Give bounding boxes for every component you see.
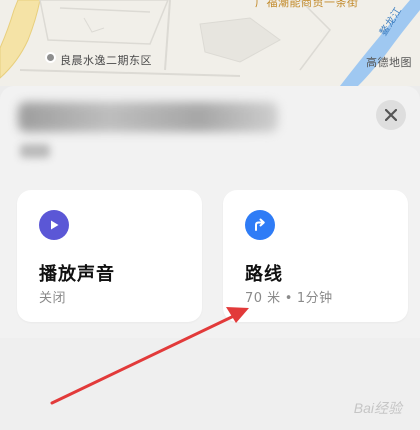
directions-separator: • (284, 291, 293, 306)
close-icon (385, 109, 397, 121)
play-sound-status: 关闭 (39, 291, 67, 306)
close-button[interactable] (376, 100, 406, 130)
device-subtitle-blurred (20, 144, 50, 158)
device-sheet: 播放声音 关闭 路线 70 米 • 1分钟 (0, 86, 420, 430)
map-poi-label: 广福潮能商贸一条街 (255, 0, 359, 9)
directions-eta: 70 米 • 1分钟 (245, 287, 333, 306)
map-district-label: 良晨水逸二期东区 (60, 54, 152, 67)
directions-distance: 70 米 (245, 291, 281, 306)
turn-right-icon (255, 218, 265, 231)
directions-card[interactable]: 路线 70 米 • 1分钟 (223, 190, 408, 322)
map-streets (0, 0, 420, 86)
map-view[interactable]: 广福潮能商贸一条街 良晨水逸二期东区 鳌龙江 高德地图 (0, 0, 420, 86)
directions-title: 路线 (245, 264, 283, 285)
play-sound-title: 播放声音 (39, 264, 115, 285)
map-brand-label: 高德地图 (366, 56, 412, 69)
device-name-blurred (18, 102, 278, 132)
directions-duration: 1分钟 (296, 291, 333, 306)
find-device-screen: 广福潮能商贸一条街 良晨水逸二期东区 鳌龙江 高德地图 播放声音 关闭 路线 7… (0, 0, 420, 430)
play-icon (51, 220, 59, 230)
watermark-logo: Bai经验 (353, 400, 402, 416)
directions-icon-badge (245, 210, 275, 240)
play-sound-card[interactable]: 播放声音 关闭 (17, 190, 202, 322)
map-pin-icon (45, 52, 56, 63)
play-icon-badge (39, 210, 69, 240)
